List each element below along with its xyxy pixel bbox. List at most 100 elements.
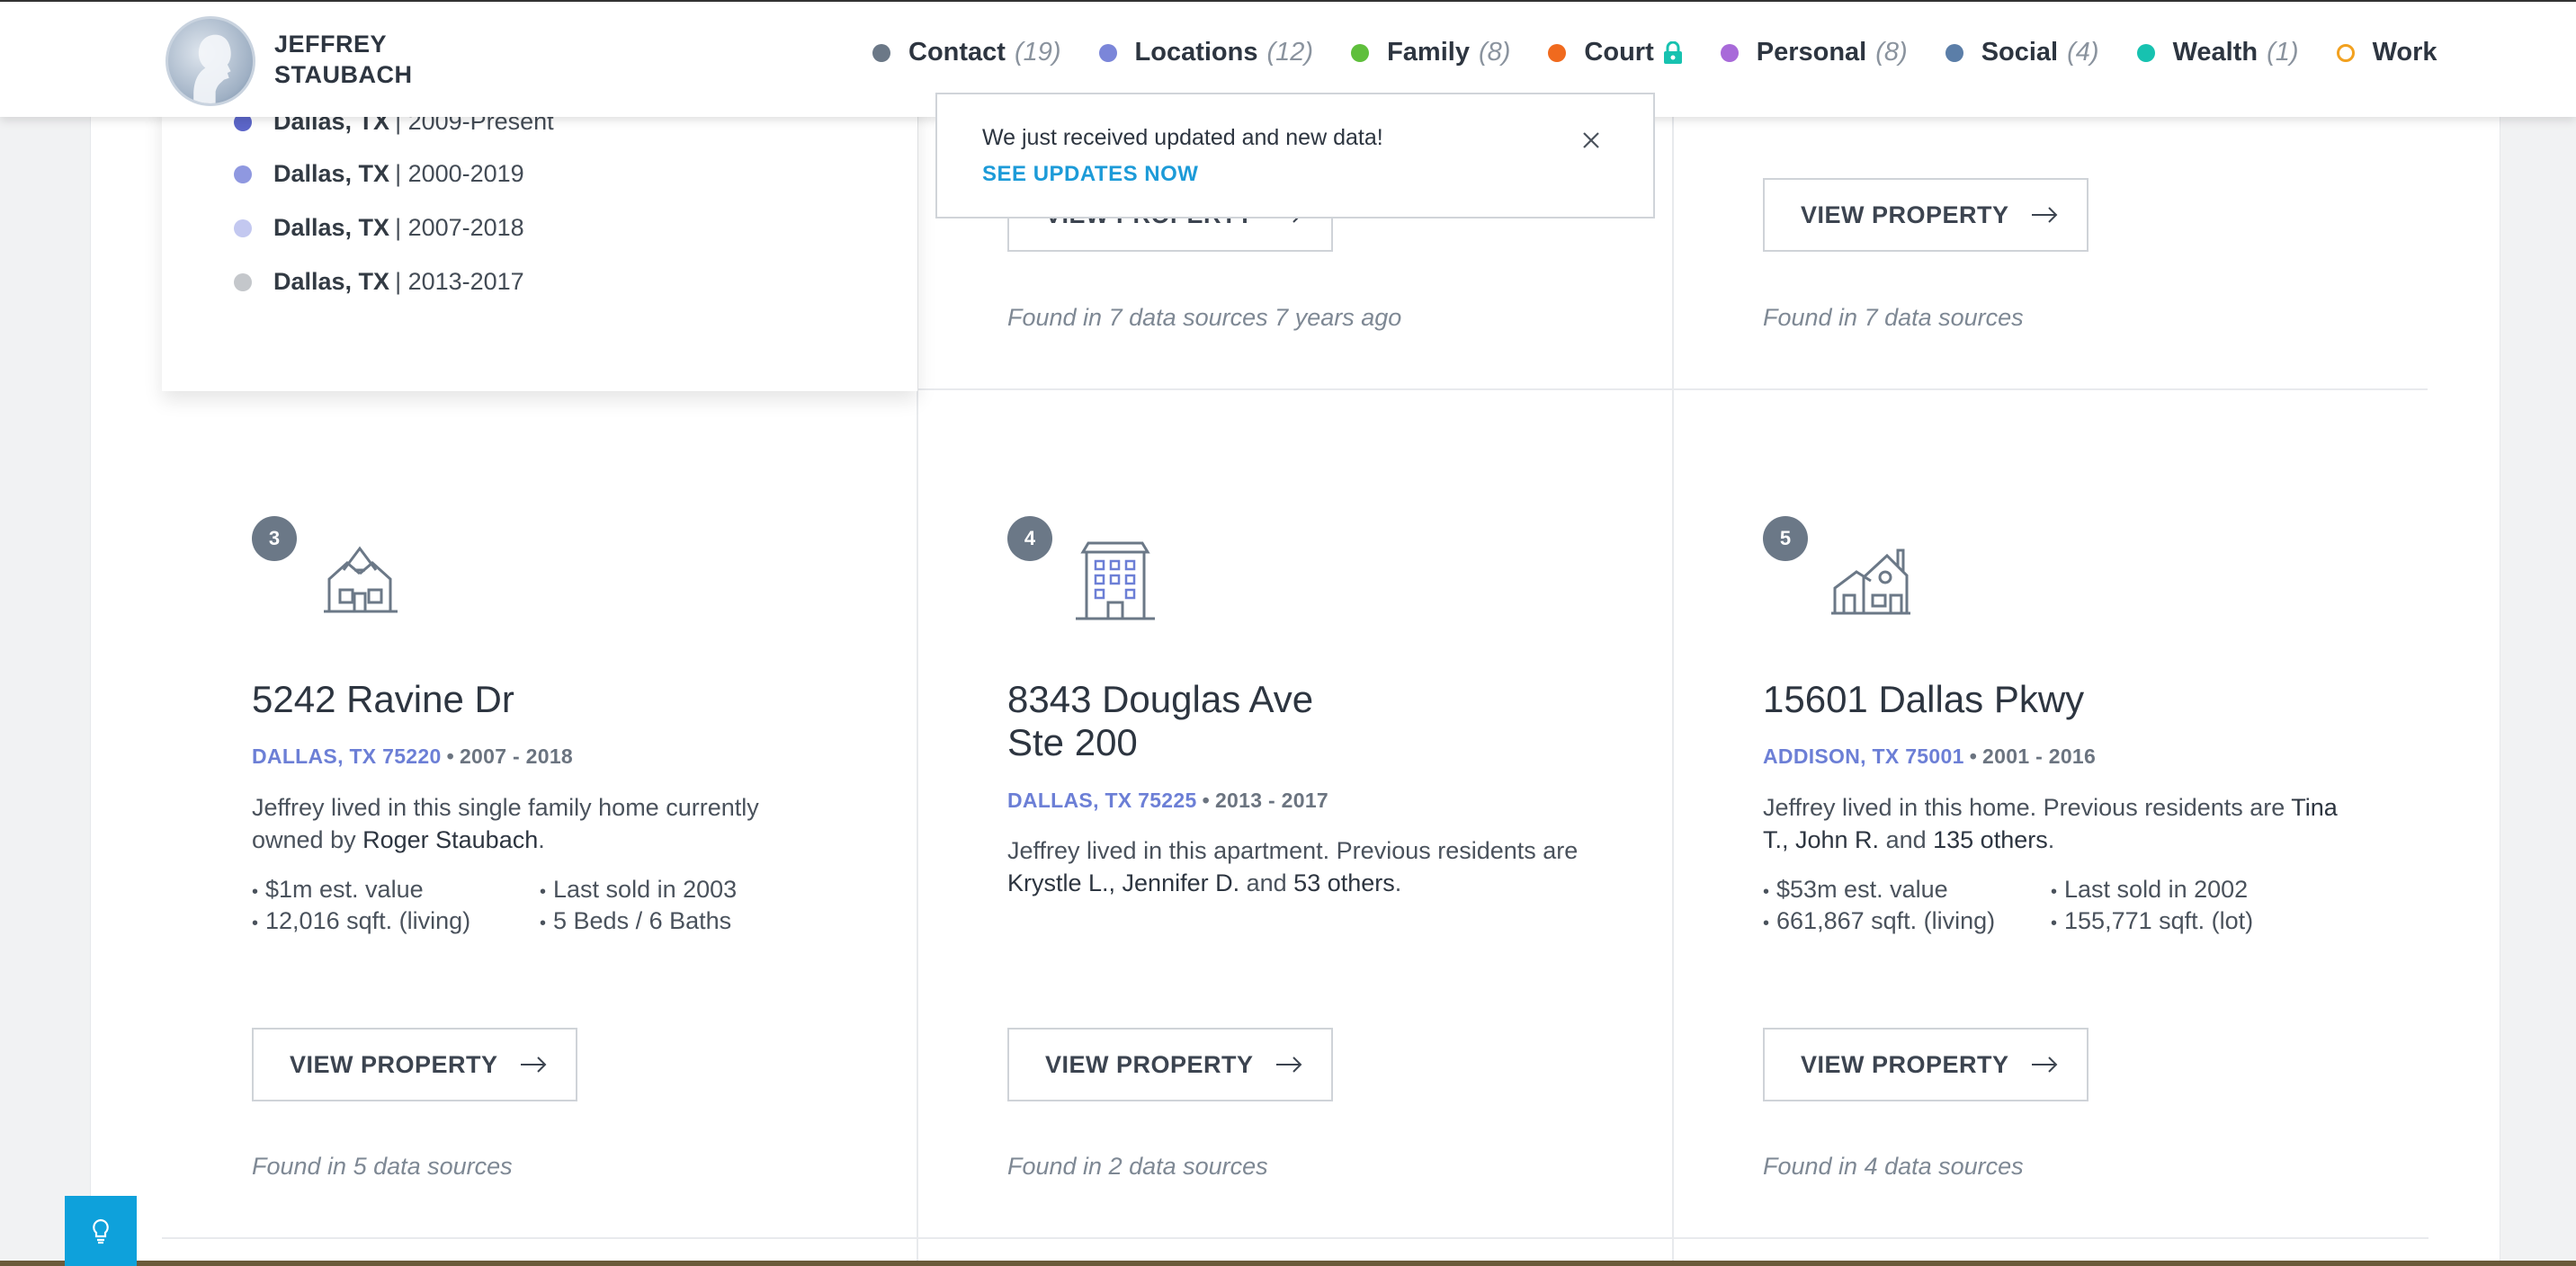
timeline-dot-icon (234, 272, 252, 291)
nav-label: Personal (1756, 38, 1867, 67)
nav-contact[interactable]: Contact (19) (872, 38, 1061, 67)
found-in-sources: Found in 4 data sources (1763, 1153, 2024, 1180)
desc-text: and (1239, 869, 1294, 896)
row-divider (162, 1237, 2428, 1239)
meta-separator: • (1969, 744, 1978, 768)
family-dot-icon (1351, 43, 1370, 62)
bottom-edge (0, 1261, 2576, 1266)
nav-label: Contact (908, 38, 1006, 67)
property-meta: ADDISON, TX 75001 • 2001 - 2016 (1763, 744, 2096, 769)
property-meta: DALLAS, TX 75225 • 2013 - 2017 (1007, 789, 1328, 813)
column-divider (1672, 0, 1674, 1266)
contact-dot-icon (872, 43, 890, 62)
locations-timeline-card: Dallas, TX | 2009-Present Dallas, TX | 2… (162, 90, 917, 391)
avatar[interactable] (165, 16, 255, 106)
nav-count: (8) (1875, 38, 1908, 67)
fact-item: 5 Beds / 6 Baths (540, 907, 827, 935)
nav-court[interactable]: Court (1548, 38, 1682, 67)
button-label: VIEW PROPERTY (290, 1050, 498, 1078)
timeline-item: Dallas, TX | 2013-2017 (234, 268, 524, 296)
address-line-2: Ste 200 (1007, 721, 1138, 763)
button-label: VIEW PROPERTY (1801, 201, 2009, 228)
meta-separator: • (1202, 789, 1210, 812)
nav-count: (12) (1266, 38, 1314, 67)
nav-count: (4) (2067, 38, 2099, 67)
nav-count: (8) (1478, 38, 1511, 67)
timeline-years: | 2000-2019 (395, 160, 524, 187)
desc-text: . (538, 826, 545, 853)
nav-locations[interactable]: Locations (12) (1098, 38, 1314, 67)
fact-item: $53m est. value (1763, 876, 2051, 904)
found-in-sources: Found in 5 data sources (252, 1153, 513, 1180)
nav-family[interactable]: Family (8) (1351, 38, 1510, 67)
timeline-city: Dallas, TX (273, 214, 390, 241)
nav-count: (1) (2267, 38, 2299, 67)
lock-icon (1663, 40, 1682, 64)
lightbulb-icon (93, 1218, 109, 1244)
found-in-sources: Found in 7 data sources (1763, 304, 2024, 331)
home-icon (1831, 548, 1910, 615)
property-years: 2007 - 2018 (459, 744, 574, 768)
property-description: Jeffrey lived in this single family home… (252, 791, 827, 856)
property-years: 2013 - 2017 (1214, 789, 1329, 812)
property-address: 15601 Dallas Pkwy (1763, 678, 2085, 720)
other-residents[interactable]: 53 others (1293, 869, 1395, 896)
fact-item: 12,016 sqft. (living) (252, 907, 540, 935)
nav-label: Social (1981, 38, 2059, 67)
view-property-button[interactable]: VIEW PROPERTY (252, 1028, 577, 1101)
desc-text: . (2047, 826, 2055, 853)
property-years: 2001 - 2016 (1982, 744, 2097, 768)
view-property-button[interactable]: VIEW PROPERTY (1763, 178, 2089, 252)
social-dot-icon (1945, 43, 1963, 62)
nav-work[interactable]: Work (2336, 38, 2437, 67)
nav-wealth[interactable]: Wealth (1) (2136, 38, 2299, 67)
view-property-button[interactable]: VIEW PROPERTY (1007, 1028, 1333, 1101)
nav-label: Wealth (2172, 38, 2258, 67)
see-updates-link[interactable]: SEE UPDATES NOW (982, 162, 1608, 187)
property-city[interactable]: DALLAS, TX 75220 (252, 744, 442, 768)
help-button[interactable] (65, 1196, 137, 1266)
property-description: Jeffrey lived in this apartment. Previou… (1007, 834, 1601, 899)
property-number-badge: 4 (1007, 516, 1052, 561)
fact-item: $1m est. value (252, 876, 540, 904)
notification-text: We just received updated and new data! (982, 125, 1383, 150)
timeline-dot-icon (234, 165, 252, 183)
meta-separator: • (446, 744, 454, 768)
property-address: 8343 Douglas Ave Ste 200 (1007, 678, 1313, 764)
property-facts: $1m est. value Last sold in 2003 12,016 … (252, 876, 827, 935)
fact-item: 155,771 sqft. (lot) (2051, 907, 2339, 935)
updates-notification: We just received updated and new data! S… (935, 93, 1655, 218)
timeline-city: Dallas, TX (273, 160, 390, 187)
timeline-item: Dallas, TX | 2007-2018 (234, 214, 524, 242)
nav-label: Locations (1134, 38, 1258, 67)
property-number-badge: 5 (1763, 516, 1808, 561)
owner-name[interactable]: Roger Staubach (362, 826, 538, 853)
court-dot-icon (1548, 43, 1567, 62)
nav-label: Court (1584, 38, 1654, 67)
nav-label: Work (2372, 38, 2437, 67)
house-icon (324, 546, 398, 613)
property-address: 5242 Ravine Dr (252, 678, 514, 720)
arrow-right-icon (2031, 207, 2057, 223)
desc-text: . (1394, 869, 1402, 896)
nav-label: Family (1387, 38, 1470, 67)
property-city[interactable]: DALLAS, TX 75225 (1007, 789, 1197, 812)
personal-dot-icon (1720, 43, 1739, 62)
property-meta: DALLAS, TX 75220 • 2007 - 2018 (252, 744, 573, 769)
property-city[interactable]: ADDISON, TX 75001 (1763, 744, 1964, 768)
fact-item: Last sold in 2002 (2051, 876, 2339, 904)
property-number-badge: 3 (252, 516, 297, 561)
wealth-dot-icon (2136, 43, 2155, 62)
close-icon[interactable] (1579, 129, 1603, 152)
timeline-years: | 2013-2017 (395, 268, 524, 295)
address-line-1: 8343 Douglas Ave (1007, 678, 1314, 720)
arrow-right-icon (1275, 1056, 1301, 1073)
nav-personal[interactable]: Personal (8) (1720, 38, 1908, 67)
timeline-item: Dallas, TX | 2000-2019 (234, 160, 524, 188)
resident-names[interactable]: Krystle L., Jennifer D. (1007, 869, 1239, 896)
view-property-button[interactable]: VIEW PROPERTY (1763, 1028, 2089, 1101)
nav-count: (19) (1014, 38, 1061, 67)
other-residents[interactable]: 135 others (1933, 826, 2048, 853)
desc-text: Jeffrey lived in this apartment. Previou… (1007, 837, 1579, 864)
nav-social[interactable]: Social (4) (1945, 38, 2099, 67)
